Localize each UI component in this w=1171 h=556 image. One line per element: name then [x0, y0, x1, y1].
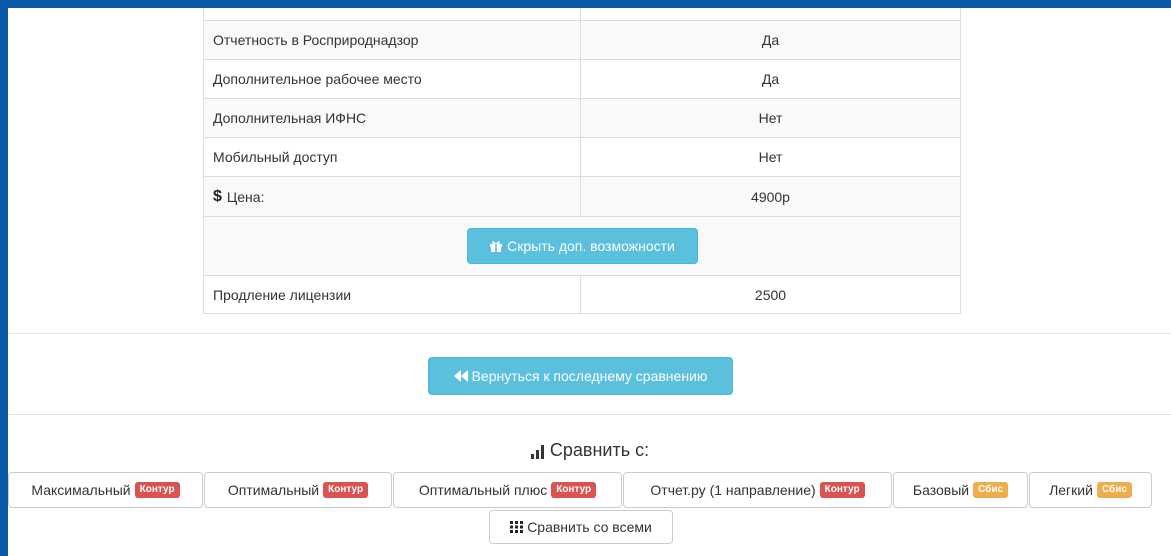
renewal-label: Продление лицензии — [204, 276, 581, 313]
backward-icon — [453, 370, 468, 382]
compare-variant-button[interactable]: Базовый Сбис — [893, 472, 1028, 508]
compare-variant-button[interactable]: Оптимальный Контур — [204, 472, 392, 508]
table-row-partial — [204, 8, 960, 21]
feature-label: Мобильный доступ — [204, 138, 581, 176]
compare-variant-button[interactable]: Отчет.ру (1 направление) Контур — [623, 472, 892, 508]
table-row: Мобильный доступ Нет — [204, 138, 960, 177]
renewal-row: Продление лицензии 2500 — [204, 276, 960, 314]
toggle-row: Скрыть доп. возможности — [204, 217, 960, 276]
feature-value: Нет — [758, 149, 783, 165]
vendor-badge: Сбис — [1096, 482, 1132, 498]
feature-value: Да — [761, 32, 780, 48]
compare-all-button[interactable]: Сравнить со всеми — [489, 510, 673, 544]
page-frame: Отчетность в Росприроднадзор Да Дополнит… — [8, 8, 1171, 556]
features-table: Отчетность в Росприроднадзор Да Дополнит… — [203, 8, 961, 314]
feature-label: Отчетность в Росприроднадзор — [204, 21, 581, 59]
compare-title: Сравнить с: — [8, 440, 1171, 461]
vendor-badge: Контур — [819, 482, 865, 498]
feature-label: Дополнительная ИФНС — [204, 99, 581, 137]
feature-label: Дополнительное рабочее место — [204, 60, 581, 98]
table-row: Дополнительное рабочее место Да — [204, 60, 960, 99]
hide-options-label: Скрыть доп. возможности — [507, 238, 675, 254]
hide-options-button[interactable]: Скрыть доп. возможности — [466, 228, 698, 264]
vendor-badge: Контур — [134, 482, 180, 498]
price-row: $ Цена: 4900р — [204, 177, 960, 217]
divider — [8, 333, 1171, 334]
grid-icon — [510, 521, 524, 533]
vendor-badge: Контур — [323, 482, 369, 498]
signal-icon — [530, 443, 546, 459]
dollar-icon: $ — [213, 187, 222, 205]
divider — [8, 414, 1171, 415]
table-row: Дополнительная ИФНС Нет — [204, 99, 960, 138]
renewal-value: 2500 — [754, 286, 787, 303]
compare-variant-button[interactable]: Легкий Сбис — [1029, 472, 1152, 508]
compare-variant-button[interactable]: Оптимальный плюс Контур — [393, 472, 622, 508]
back-to-comparison-button[interactable]: Вернуться к последнему сравнению — [428, 357, 733, 395]
price-value: 4900р — [751, 188, 790, 205]
vendor-badge: Сбис — [973, 482, 1009, 498]
gift-icon — [489, 239, 503, 253]
vendor-badge: Контур — [551, 482, 597, 498]
table-row: Отчетность в Росприроднадзор Да — [204, 21, 960, 60]
feature-value: Да — [761, 71, 780, 87]
feature-value: Нет — [758, 110, 783, 126]
back-label: Вернуться к последнему сравнению — [471, 368, 708, 384]
price-label: Цена: — [226, 188, 265, 205]
compare-variant-button[interactable]: Максимальный Контур — [8, 472, 203, 508]
